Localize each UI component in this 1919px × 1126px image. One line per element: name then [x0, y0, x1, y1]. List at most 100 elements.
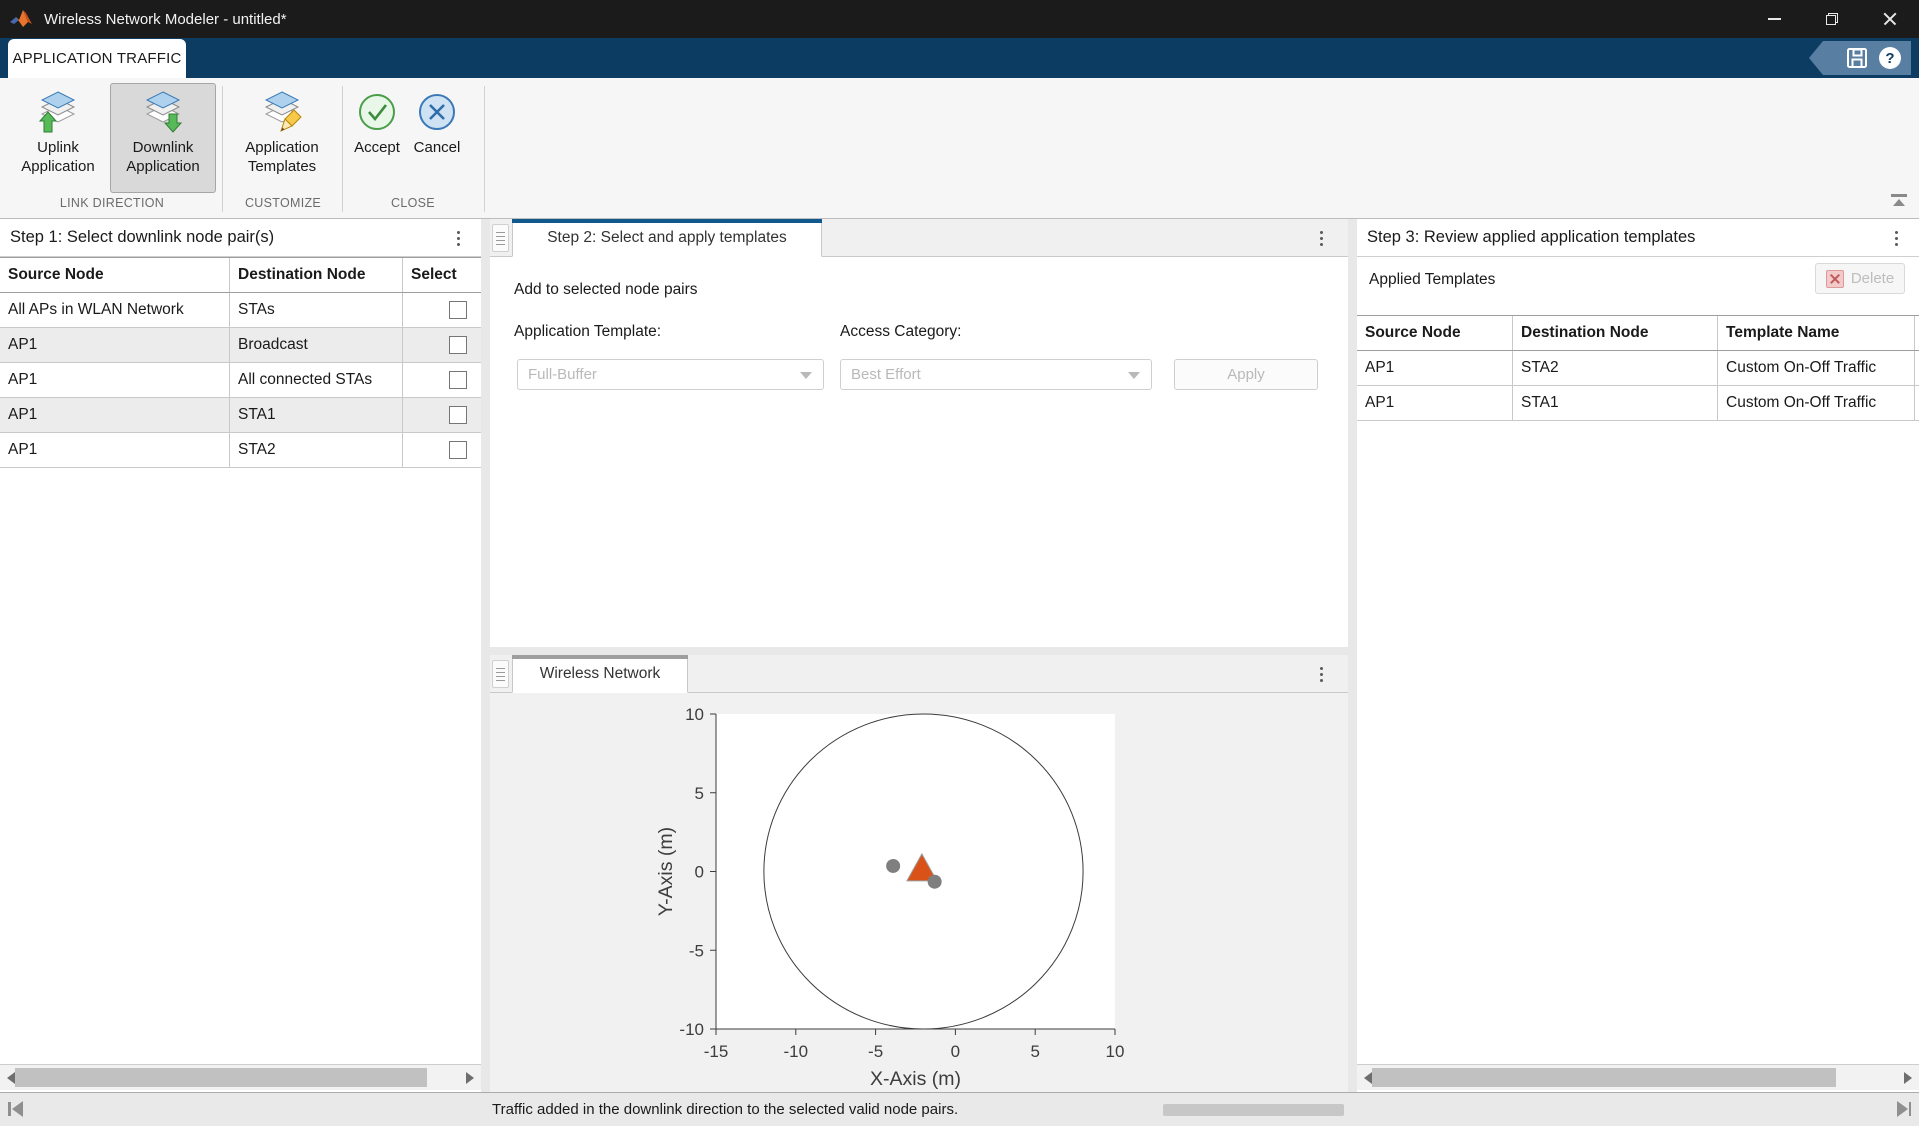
collapse-ribbon-icon[interactable]	[1889, 194, 1909, 208]
select-cell	[403, 293, 481, 327]
delete-x-icon	[1826, 270, 1844, 288]
app-window: Wireless Network Modeler - untitled* APP…	[0, 0, 1919, 1126]
application-templates-button[interactable]: Application Templates	[228, 83, 336, 193]
ribbon-tab-strip: APPLICATION TRAFFIC ?	[0, 38, 1919, 78]
destination-node-cell: STA2	[230, 433, 403, 467]
node-pairs-table-header: Source Node Destination Node Select	[0, 257, 481, 293]
application-template-value: Full-Buffer	[528, 366, 597, 383]
accept-label: Accept	[354, 138, 400, 157]
restore-button[interactable]	[1803, 0, 1861, 38]
network-view-menu-icon[interactable]	[1312, 663, 1330, 685]
applied-templates-table-header: Source Node Destination Node Template Na…	[1357, 315, 1919, 351]
cancel-x-icon	[415, 90, 459, 134]
tab-wireless-network[interactable]: Wireless Network	[512, 655, 688, 693]
svg-text:-10: -10	[679, 1020, 704, 1039]
network-view-tab-bar: Wireless Network	[490, 655, 1348, 693]
select-checkbox[interactable]	[449, 336, 467, 354]
drag-grip-icon[interactable]	[492, 660, 509, 688]
svg-text:10: 10	[685, 705, 704, 724]
cancel-button[interactable]: Cancel	[408, 83, 466, 193]
destination-node-cell: All connected STAs	[230, 363, 403, 397]
destination-node-cell: STA1	[230, 398, 403, 432]
jump-left-icon[interactable]	[8, 1101, 23, 1117]
step1-title: Step 1: Select downlink node pair(s)	[10, 228, 274, 247]
table-row[interactable]: AP1STA2	[0, 433, 481, 468]
extra-cell	[1915, 386, 1919, 420]
step2-heading: Add to selected node pairs	[514, 281, 698, 299]
source-node-cell: AP1	[0, 328, 230, 362]
help-icon[interactable]: ?	[1879, 47, 1901, 69]
delete-button[interactable]: Delete	[1815, 263, 1905, 294]
svg-text:5: 5	[695, 784, 704, 803]
uplink-layers-icon	[36, 90, 80, 134]
accept-button[interactable]: Accept	[348, 83, 406, 193]
table-row[interactable]: AP1STA1Custom On-Off Traffic	[1357, 386, 1919, 421]
table-row[interactable]: AP1STA2Custom On-Off Traffic	[1357, 351, 1919, 386]
step2-menu-icon[interactable]	[1312, 227, 1330, 249]
network-plot[interactable]: -15-10-50510-10-50510X-Axis (m)Y-Axis (m…	[490, 693, 1348, 1092]
table-row[interactable]: All APs in WLAN NetworkSTAs	[0, 293, 481, 328]
wireless-network-tab-label: Wireless Network	[540, 665, 661, 683]
save-icon[interactable]	[1845, 46, 1869, 70]
application-template-dropdown[interactable]: Full-Buffer	[517, 359, 824, 390]
svg-text:Y-Axis (m): Y-Axis (m)	[655, 827, 677, 916]
window-title: Wireless Network Modeler - untitled*	[44, 11, 287, 28]
col-select[interactable]: Select	[403, 258, 481, 292]
apply-button[interactable]: Apply	[1174, 359, 1318, 390]
scrollbar-thumb[interactable]	[15, 1068, 427, 1087]
close-button[interactable]	[1861, 0, 1919, 38]
cancel-label: Cancel	[414, 138, 461, 157]
select-checkbox[interactable]	[449, 301, 467, 319]
step1-panel: Step 1: Select downlink node pair(s) Sou…	[0, 219, 481, 1092]
select-checkbox[interactable]	[449, 371, 467, 389]
step3-menu-icon[interactable]	[1887, 227, 1905, 249]
quick-access-toolbar: ?	[1809, 41, 1911, 75]
source-node-cell: AP1	[0, 398, 230, 432]
col-destination-node[interactable]: Destination Node	[230, 258, 403, 292]
minimize-button[interactable]	[1745, 0, 1803, 38]
applied-templates-label: Applied Templates	[1369, 271, 1495, 289]
extra-cell	[1915, 351, 1919, 385]
node-pairs-table: Source Node Destination Node Select All …	[0, 257, 481, 468]
select-cell	[403, 363, 481, 397]
select-cell	[403, 398, 481, 432]
panel-divider[interactable]	[490, 647, 1348, 655]
scrollbar-thumb[interactable]	[1372, 1068, 1836, 1087]
tab-step2[interactable]: Step 2: Select and apply templates	[512, 219, 822, 257]
svg-text:-15: -15	[704, 1042, 729, 1061]
drag-grip-icon[interactable]	[492, 224, 509, 252]
source-node-cell: AP1	[0, 433, 230, 467]
access-category-dropdown[interactable]: Best Effort	[840, 359, 1152, 390]
step1-horizontal-scrollbar[interactable]	[0, 1064, 481, 1090]
source-node-cell: AP1	[0, 363, 230, 397]
ribbon: Uplink Application Downlink Application …	[0, 78, 1919, 219]
scroll-right-icon[interactable]	[1897, 1065, 1919, 1090]
svg-text:10: 10	[1106, 1042, 1125, 1061]
select-checkbox[interactable]	[449, 441, 467, 459]
svg-text:0: 0	[695, 863, 704, 882]
status-message: Traffic added in the downlink direction …	[492, 1101, 958, 1118]
tab-application-traffic[interactable]: APPLICATION TRAFFIC	[8, 39, 186, 78]
table-row[interactable]: AP1All connected STAs	[0, 363, 481, 398]
downlink-application-button[interactable]: Downlink Application	[110, 83, 216, 193]
step3-title: Step 3: Review applied application templ…	[1367, 228, 1695, 247]
table-row[interactable]: AP1Broadcast	[0, 328, 481, 363]
col-source-node[interactable]: Source Node	[0, 258, 230, 292]
destination-node-cell: Broadcast	[230, 328, 403, 362]
svg-text:X-Axis (m): X-Axis (m)	[870, 1068, 961, 1090]
col-template-name[interactable]: Template Name	[1718, 316, 1915, 350]
scroll-right-icon[interactable]	[459, 1065, 481, 1090]
step3-horizontal-scrollbar[interactable]	[1357, 1064, 1919, 1090]
col-source-node[interactable]: Source Node	[1357, 316, 1513, 350]
uplink-application-button[interactable]: Uplink Application	[8, 83, 108, 193]
step1-menu-icon[interactable]	[449, 227, 467, 249]
step2-tab-label: Step 2: Select and apply templates	[547, 229, 787, 247]
table-row[interactable]: AP1STA1	[0, 398, 481, 433]
select-cell	[403, 328, 481, 362]
step3-table-body: AP1STA2Custom On-Off TrafficAP1STA1Custo…	[1357, 351, 1919, 421]
delete-label: Delete	[1851, 270, 1894, 287]
jump-right-icon[interactable]	[1897, 1101, 1912, 1117]
col-destination-node[interactable]: Destination Node	[1513, 316, 1718, 350]
network-plot-canvas[interactable]: -15-10-50510-10-50510X-Axis (m)Y-Axis (m…	[490, 693, 1348, 1092]
select-checkbox[interactable]	[449, 406, 467, 424]
